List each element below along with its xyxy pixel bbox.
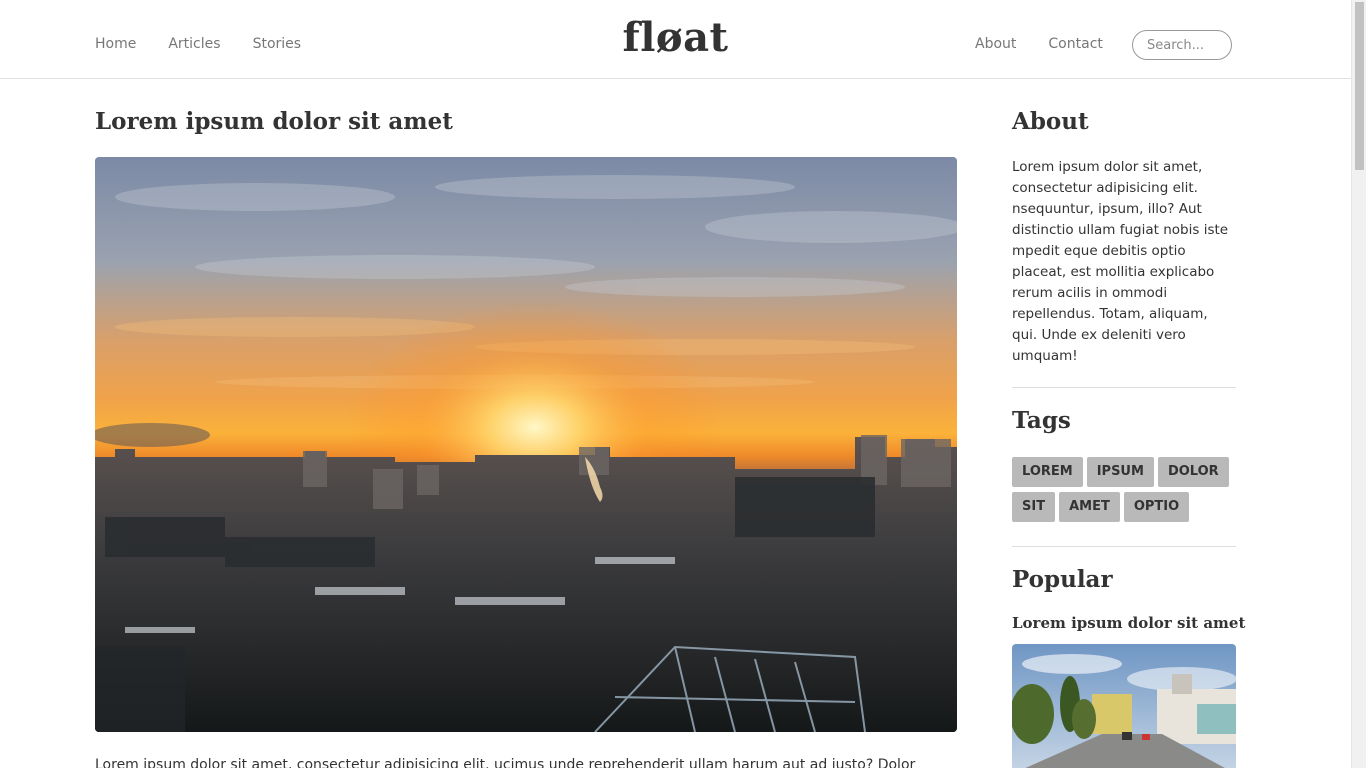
post-hero-image: [95, 157, 957, 732]
secondary-nav: About Contact: [975, 36, 1103, 52]
tag-sit[interactable]: SIT: [1012, 492, 1056, 522]
tags-heading: Tags: [1012, 407, 1071, 434]
nav-link-contact[interactable]: Contact: [1048, 36, 1102, 52]
tag-optio[interactable]: OPTIO: [1123, 492, 1190, 522]
sidebar-divider: [1012, 546, 1236, 547]
site-header: Home Articles Stories fløat About Contac…: [0, 0, 1351, 79]
sidebar-divider: [1012, 387, 1236, 388]
tag-ipsum[interactable]: IPSUM: [1086, 457, 1154, 487]
tag-dolor[interactable]: DOLOR: [1157, 457, 1229, 487]
post-excerpt: Lorem ipsum dolor sit amet, consectetur …: [95, 757, 916, 768]
about-text: Lorem ipsum dolor sit amet, consectetur …: [1012, 159, 1229, 364]
street-scene-image: [1012, 644, 1236, 768]
post-title[interactable]: Lorem ipsum dolor sit amet: [95, 108, 453, 135]
scrollbar-thumb[interactable]: [1355, 2, 1364, 170]
tag-lorem[interactable]: LOREM: [1012, 457, 1083, 487]
about-heading: About: [1012, 108, 1089, 135]
tag-list: LOREM IPSUM DOLOR SIT AMET OPTIO: [1012, 457, 1236, 522]
page-scrollbar[interactable]: [1351, 0, 1366, 768]
popular-post-image[interactable]: [1012, 644, 1236, 768]
nav-link-about[interactable]: About: [975, 36, 1016, 52]
tag-amet[interactable]: AMET: [1059, 492, 1120, 522]
search-input[interactable]: [1132, 30, 1232, 60]
sunset-cityscape-image: [95, 157, 957, 732]
popular-heading: Popular: [1012, 566, 1113, 593]
popular-post-title[interactable]: Lorem ipsum dolor sit amet: [1012, 614, 1245, 632]
